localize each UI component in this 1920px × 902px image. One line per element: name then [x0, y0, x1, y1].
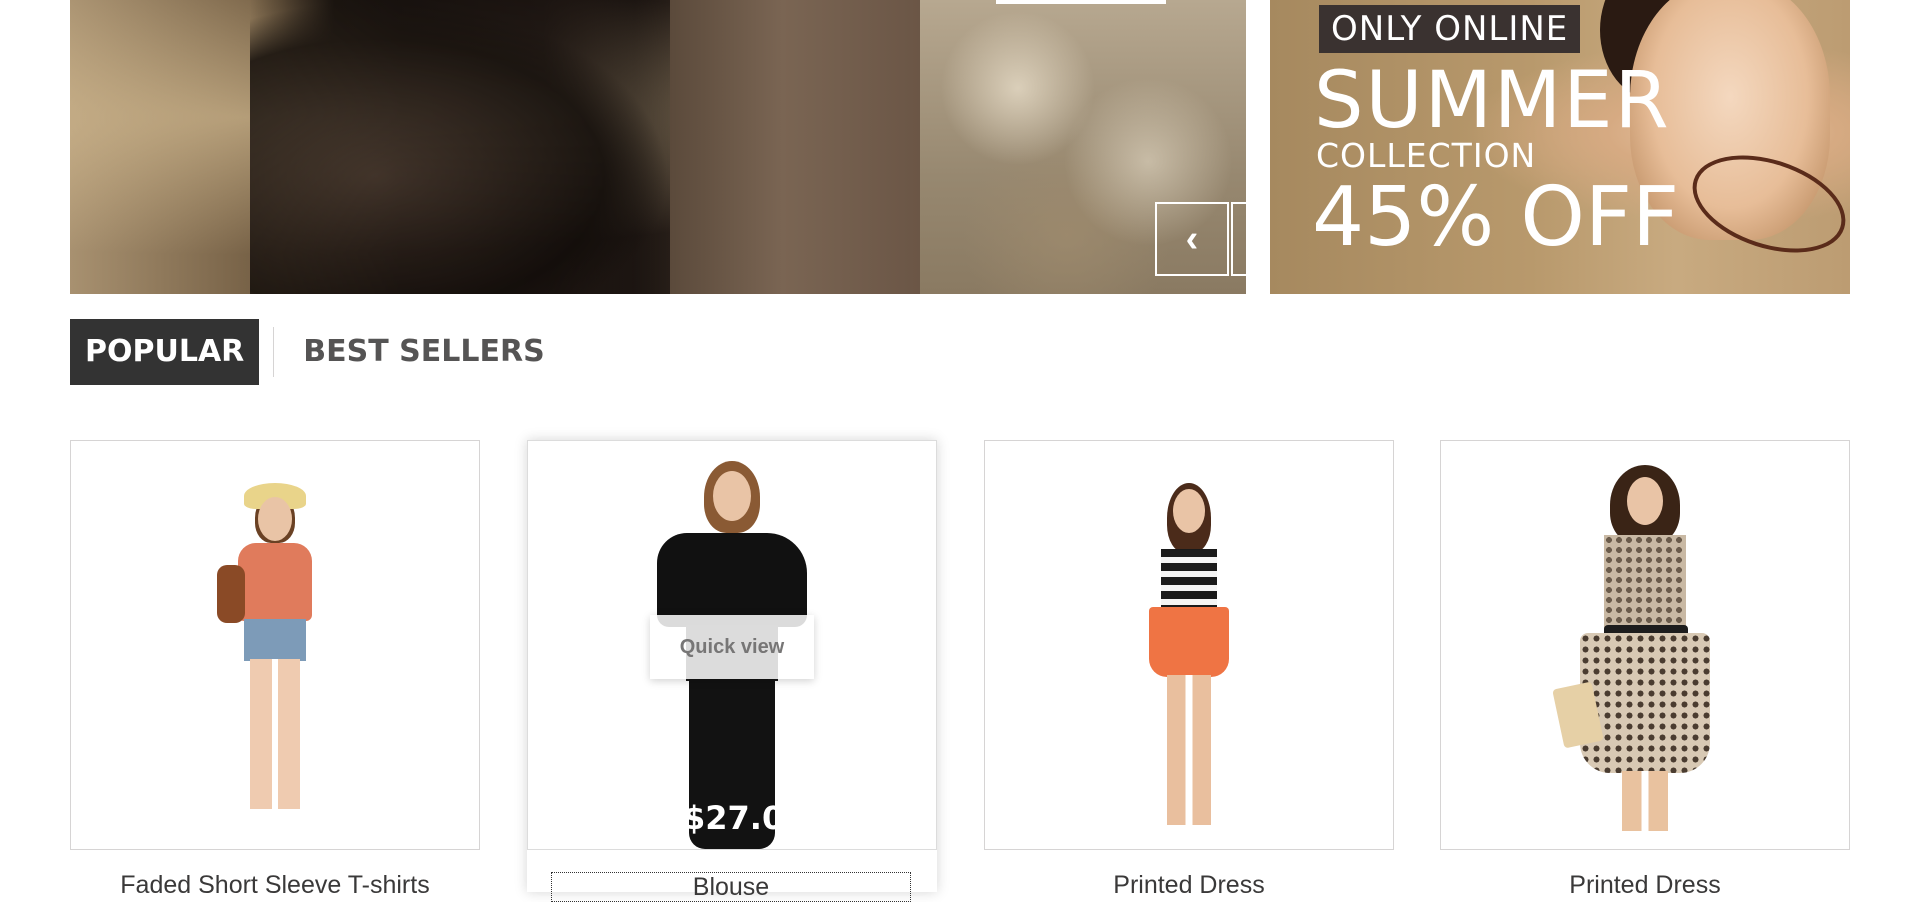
promo-subline: COLLECTION — [1316, 136, 1537, 175]
tab-divider — [273, 327, 275, 377]
product-card[interactable]: Quick view $27.00 Blouse — [527, 440, 937, 902]
slider-image-leather-jacket — [250, 0, 670, 294]
slider-image-shirt — [670, 0, 920, 294]
model-figure — [1550, 465, 1740, 835]
slider-prev-button[interactable]: ‹ — [1155, 202, 1229, 276]
chevron-left-icon: ‹ — [1185, 217, 1199, 260]
homepage-slider[interactable]: ‹ › — [70, 0, 1246, 294]
model-figure — [1124, 483, 1254, 833]
product-name[interactable]: Printed Dress — [1440, 870, 1850, 900]
product-image[interactable] — [1440, 440, 1850, 850]
quick-view-button[interactable]: Quick view — [650, 615, 814, 679]
tab-popular[interactable]: POPULAR — [70, 319, 260, 385]
slider-caption-edge — [996, 0, 1166, 4]
slider-next-button[interactable]: › — [1231, 202, 1246, 276]
promo-badge: ONLY ONLINE — [1319, 5, 1581, 53]
promo-headline: SUMMER — [1314, 56, 1671, 146]
product-price: $27.00 — [683, 799, 778, 837]
product-name[interactable]: Printed Dress — [984, 870, 1394, 900]
product-tabs: POPULAR BEST SELLERS — [70, 319, 560, 385]
promo-discount: 45% OFF — [1312, 170, 1680, 265]
product-name[interactable]: Blouse — [551, 872, 911, 902]
summer-collection-banner[interactable]: ONLY ONLINE SUMMER COLLECTION 45% OFF — [1270, 0, 1850, 294]
product-card[interactable]: Printed Dress — [984, 440, 1394, 899]
model-figure — [215, 479, 335, 819]
product-card[interactable]: Faded Short Sleeve T-shirts — [70, 440, 480, 899]
product-name[interactable]: Faded Short Sleeve T-shirts — [70, 870, 480, 900]
product-image[interactable] — [984, 440, 1394, 850]
tab-best-sellers[interactable]: BEST SELLERS — [288, 319, 559, 385]
product-card[interactable]: Printed Dress — [1440, 440, 1850, 899]
product-image[interactable] — [70, 440, 480, 850]
product-image[interactable]: Quick view $27.00 — [527, 440, 937, 850]
